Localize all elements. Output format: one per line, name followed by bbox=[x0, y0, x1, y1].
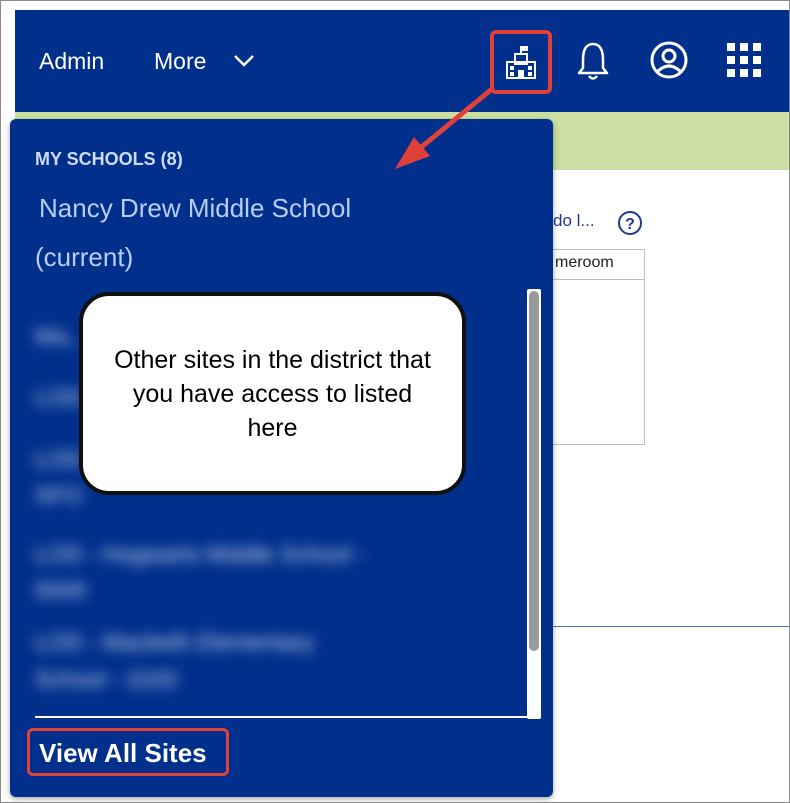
annotation-arrow bbox=[395, 86, 495, 169]
screenshot-frame: Admin More do l... ? meroom MY SCHOOLS (… bbox=[0, 0, 790, 803]
